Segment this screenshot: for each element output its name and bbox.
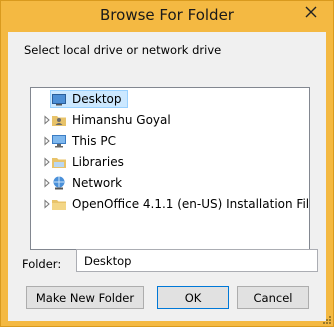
- tree-item-openoffice-installation-files[interactable]: OpenOffice 4.1.1 (en-US) Installation Fi…: [31, 194, 309, 215]
- tree-item-label: Himanshu Goyal: [72, 113, 171, 127]
- tree-item-label: Libraries: [72, 155, 124, 169]
- tree-item-desktop[interactable]: Desktop: [31, 89, 309, 110]
- tree-item-label: OpenOffice 4.1.1 (en-US) Installation Fi…: [72, 197, 310, 211]
- libraries-icon: [52, 158, 66, 168]
- instruction-text: Select local drive or network drive: [24, 43, 222, 57]
- tree-item-network[interactable]: Network: [31, 173, 309, 194]
- tree-item-libraries[interactable]: Libraries: [31, 152, 309, 173]
- cancel-button[interactable]: Cancel: [237, 286, 309, 309]
- dialog-title: Browse For Folder: [100, 6, 234, 24]
- network-icon: [53, 176, 65, 190]
- resize-grip-icon[interactable]: [320, 313, 332, 325]
- tree-item-label: Network: [72, 176, 123, 190]
- close-button[interactable]: [289, 2, 332, 22]
- make-new-folder-button[interactable]: Make New Folder: [26, 286, 144, 309]
- ok-button[interactable]: OK: [157, 286, 229, 309]
- desktop-icon: [52, 94, 66, 106]
- dialog-body: Select local drive or network drive Desk…: [8, 32, 326, 321]
- tree-item-this-pc[interactable]: This PC: [31, 131, 309, 152]
- user-folder-icon: [52, 116, 66, 126]
- tree-item-label: Desktop: [72, 92, 122, 106]
- tree-item-himanshu-goyal[interactable]: Himanshu Goyal: [31, 110, 309, 131]
- folder-tree[interactable]: Desktop Himanshu Goyal This PC Libraries…: [30, 87, 310, 250]
- title-bar[interactable]: Browse For Folder: [1, 1, 333, 32]
- tree-item-label: This PC: [72, 134, 116, 148]
- folder-field-label: Folder:: [22, 257, 62, 271]
- folder-input[interactable]: [76, 249, 318, 272]
- computer-icon: [52, 135, 66, 148]
- close-icon: [305, 6, 316, 18]
- folder-icon: [52, 200, 66, 210]
- browse-folder-dialog: Browse For Folder Select local drive or …: [0, 0, 334, 327]
